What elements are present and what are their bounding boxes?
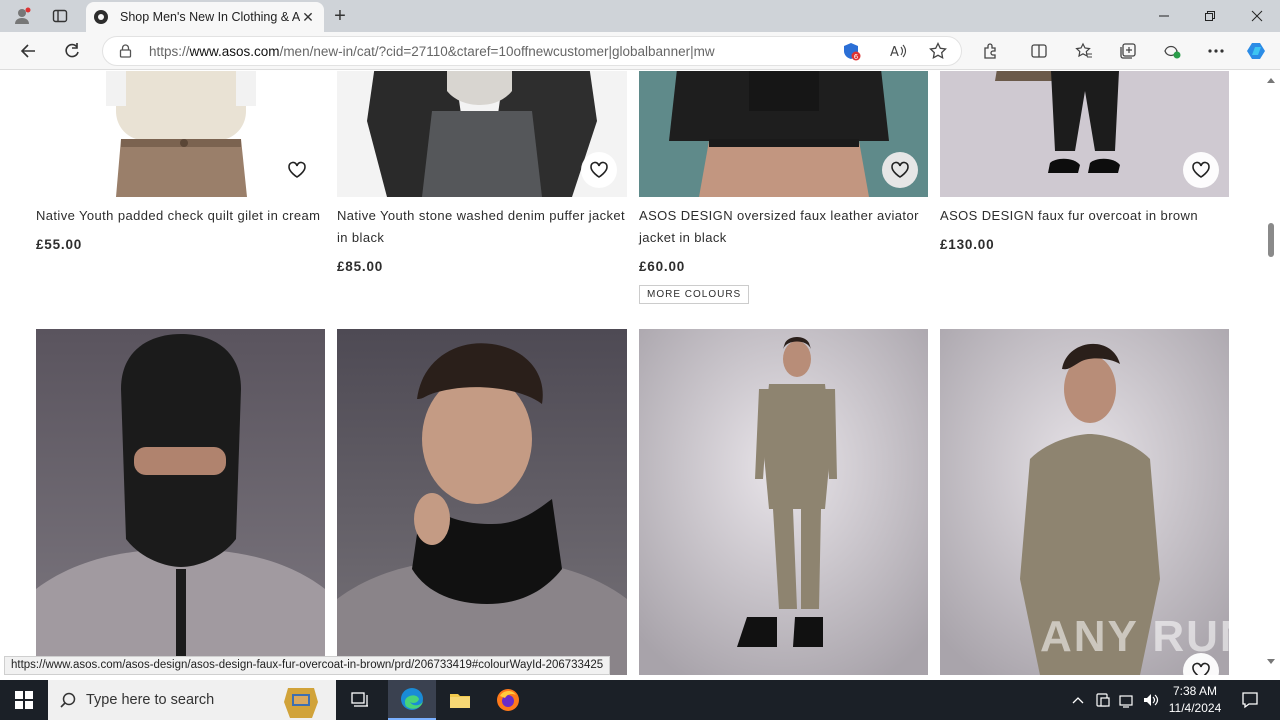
product-price: £130.00 <box>940 237 995 252</box>
tab-strip: Shop Men's New In Clothing & A ✕ + <box>0 0 1280 32</box>
svg-text:A: A <box>890 45 899 60</box>
vertical-scrollbar[interactable] <box>1262 71 1280 675</box>
lock-icon[interactable] <box>119 44 132 58</box>
close-window-icon[interactable] <box>1247 6 1267 26</box>
close-tab-icon[interactable]: ✕ <box>300 9 316 26</box>
split-screen-icon[interactable] <box>1028 40 1050 62</box>
url-scheme: https:// <box>149 43 190 59</box>
asos-favicon-icon <box>94 10 108 24</box>
browser-essentials-icon[interactable] <box>1161 40 1183 62</box>
copilot-icon[interactable] <box>1246 40 1268 62</box>
search-icon <box>60 692 76 708</box>
product-image[interactable] <box>337 329 627 675</box>
start-icon[interactable] <box>0 680 48 720</box>
save-for-later-heart-icon[interactable] <box>1183 152 1219 188</box>
profile-icon[interactable] <box>12 6 32 26</box>
product-image[interactable] <box>36 329 325 675</box>
tab-title: Shop Men's New In Clothing & A <box>120 10 300 24</box>
windows-taskbar: Type here to search 7:38 AM 11/4/2024 <box>0 680 1280 720</box>
restore-icon[interactable] <box>1200 6 1220 26</box>
taskbar-search-box[interactable]: Type here to search <box>48 680 336 720</box>
product-price: £60.00 <box>639 259 686 274</box>
network-icon[interactable] <box>1116 680 1138 720</box>
read-aloud-icon[interactable]: A <box>887 40 909 62</box>
more-menu-icon[interactable] <box>1205 40 1227 62</box>
edge-taskbar-icon[interactable] <box>388 680 436 720</box>
address-toolbar: https://www.asos.com/men/new-in/cat/?cid… <box>0 32 1280 70</box>
product-grid: Native Youth padded check quilt gilet in… <box>0 71 1262 675</box>
save-for-later-heart-icon[interactable] <box>581 152 617 188</box>
address-bar[interactable]: https://www.asos.com/men/new-in/cat/?cid… <box>102 36 962 66</box>
new-tab-icon[interactable]: + <box>330 5 350 27</box>
back-icon[interactable] <box>16 40 40 62</box>
task-view-icon[interactable] <box>340 680 380 720</box>
volume-icon[interactable] <box>1140 680 1162 720</box>
product-name[interactable]: Native Youth padded check quilt gilet in… <box>36 205 325 227</box>
more-colours-badge[interactable]: MORE COLOURS <box>639 285 750 304</box>
minimize-icon[interactable] <box>1154 6 1174 26</box>
app-tray-icon[interactable] <box>1092 680 1114 720</box>
file-explorer-icon[interactable] <box>440 680 480 720</box>
active-tab[interactable]: Shop Men's New In Clothing & A ✕ <box>86 2 324 32</box>
firefox-icon[interactable] <box>488 680 528 720</box>
url-host: www.asos.com <box>189 43 280 59</box>
anyrun-watermark: ANY RUN <box>1040 612 1254 661</box>
favorite-star-icon[interactable] <box>927 40 949 62</box>
clock-date: 11/4/2024 <box>1168 701 1222 715</box>
search-placeholder: Type here to search <box>86 692 215 708</box>
collections-icon[interactable] <box>1117 40 1139 62</box>
show-hidden-icons-icon[interactable] <box>1068 680 1088 720</box>
product-name[interactable]: ASOS DESIGN oversized faux leather aviat… <box>639 205 928 249</box>
notifications-icon[interactable] <box>1232 680 1268 720</box>
extensions-icon[interactable] <box>980 40 1002 62</box>
svg-text:6: 6 <box>854 53 859 61</box>
save-for-later-heart-icon[interactable] <box>882 152 918 188</box>
tab-actions-icon[interactable] <box>50 6 70 26</box>
search-highlight-image <box>284 688 318 718</box>
product-price: £85.00 <box>337 259 384 274</box>
taskbar-clock[interactable]: 7:38 AM 11/4/2024 <box>1162 683 1228 717</box>
product-name[interactable]: Native Youth stone washed denim puffer j… <box>337 205 627 249</box>
product-image[interactable] <box>639 329 928 675</box>
status-url-preview: https://www.asos.com/asos-design/asos-de… <box>4 656 611 675</box>
favorites-icon[interactable] <box>1073 40 1095 62</box>
product-price: £55.00 <box>36 237 83 252</box>
refresh-icon[interactable] <box>60 40 84 62</box>
clock-time: 7:38 AM <box>1172 684 1218 698</box>
product-name[interactable]: ASOS DESIGN faux fur overcoat in brown <box>940 205 1229 227</box>
save-for-later-heart-icon[interactable] <box>279 152 315 188</box>
tracking-prevention-icon[interactable]: 6 <box>840 40 862 62</box>
url-path: /men/new-in/cat/?cid=27110&ctaref=10offn… <box>279 43 715 59</box>
